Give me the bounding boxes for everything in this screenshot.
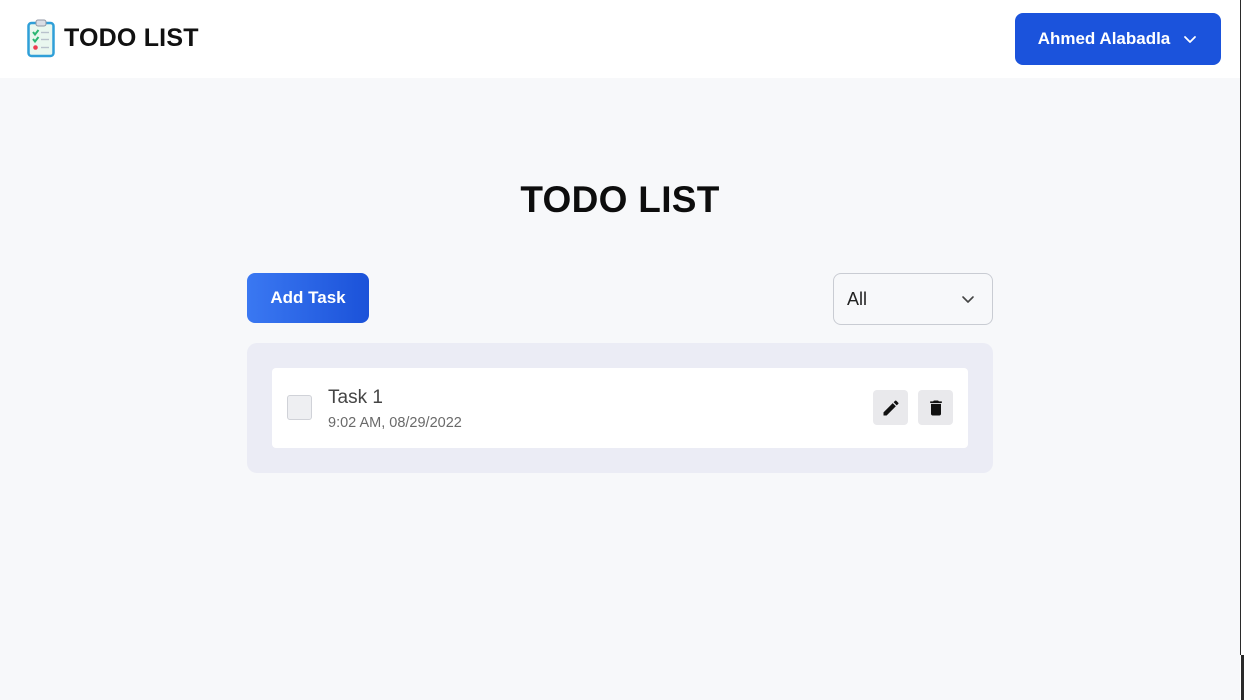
chevron-down-icon (1184, 36, 1197, 43)
trash-icon (929, 400, 942, 415)
brand[interactable]: TODO LIST (27, 18, 199, 58)
add-task-button[interactable]: Add Task (247, 273, 369, 323)
task-item: Task 1 9:02 AM, 08/29/2022 (272, 368, 968, 448)
delete-task-button[interactable] (918, 390, 953, 425)
brand-title: TODO LIST (64, 23, 199, 52)
user-menu-button[interactable]: Ahmed Alabadla (1015, 13, 1221, 65)
task-complete-checkbox[interactable] (287, 395, 312, 420)
task-list: Task 1 9:02 AM, 08/29/2022 (247, 343, 993, 473)
page-title: TODO LIST (520, 179, 720, 220)
user-name: Ahmed Alabadla (1037, 29, 1171, 48)
edit-task-button[interactable] (873, 390, 908, 425)
window-edge-line (1240, 0, 1241, 655)
chevron-down-icon (962, 296, 974, 303)
task-timestamp: 9:02 AM, 08/29/2022 (328, 415, 462, 431)
navbar: TODO LIST Ahmed Alabadla (0, 0, 1240, 78)
filter-selected-value: All (847, 288, 868, 309)
task-title: Task 1 (328, 387, 383, 408)
clipboard-checklist-icon (27, 19, 55, 58)
pencil-icon (883, 399, 899, 415)
status-filter-select[interactable]: All (833, 273, 993, 325)
